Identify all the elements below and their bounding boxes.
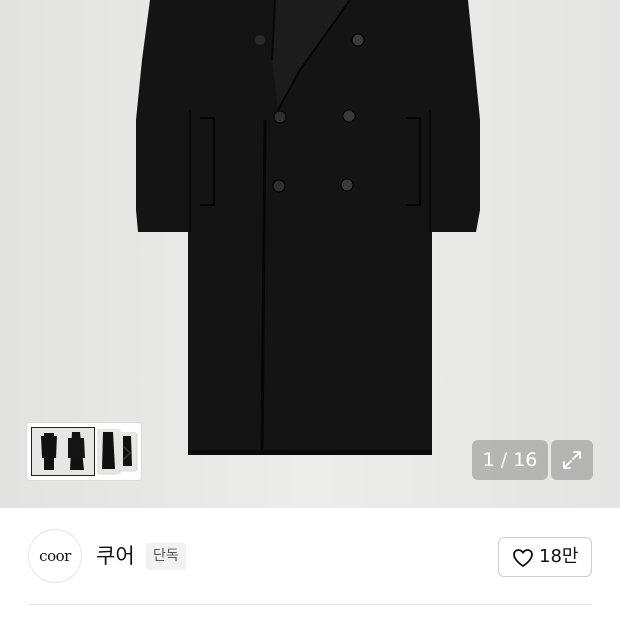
exclusive-badge: 단독 xyxy=(146,543,186,570)
image-counter: 1 / 16 xyxy=(472,440,548,480)
thumbnail-1[interactable] xyxy=(31,427,95,476)
divider xyxy=(28,604,592,605)
heart-outline-icon xyxy=(513,549,533,567)
like-count: 18만 xyxy=(539,546,579,567)
expand-button[interactable] xyxy=(551,440,593,480)
brand-name[interactable]: 쿠어 xyxy=(96,541,135,571)
expand-arrows-icon xyxy=(563,451,581,469)
thumbnail-2[interactable] xyxy=(97,429,119,473)
brand-logo[interactable]: coor xyxy=(28,529,82,583)
like-button[interactable]: 18만 xyxy=(498,537,592,577)
chevron-right-icon[interactable] xyxy=(118,443,136,463)
product-image-viewer[interactable]: 1 / 16 xyxy=(0,0,620,508)
